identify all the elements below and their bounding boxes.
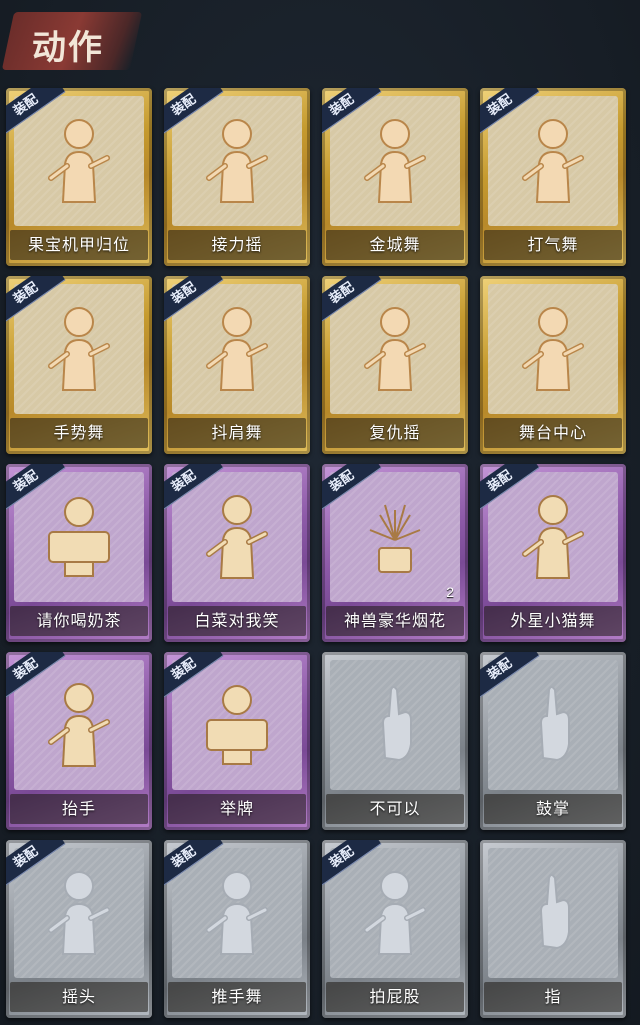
milk-tea-icon bbox=[39, 490, 119, 582]
emote-card[interactable]: 白菜对我笑 装配 bbox=[164, 464, 310, 642]
emote-card[interactable]: 复仇摇 装配 bbox=[322, 276, 468, 454]
emote-card[interactable]: 手势舞 装配 bbox=[6, 276, 152, 454]
emote-card[interactable]: 拍屁股 装配 bbox=[322, 840, 468, 1018]
emote-card[interactable]: 舞台中心 bbox=[480, 276, 626, 454]
center-stage-icon bbox=[513, 302, 593, 394]
emote-card[interactable]: 打气舞 装配 bbox=[480, 88, 626, 266]
emote-card[interactable]: 举牌 装配 bbox=[164, 652, 310, 830]
no-gesture-icon bbox=[355, 678, 435, 770]
header: 动作 bbox=[0, 0, 640, 80]
robot-pose-icon bbox=[39, 114, 119, 206]
card-label: 鼓掌 bbox=[535, 801, 570, 818]
emote-card[interactable]: 指 bbox=[480, 840, 626, 1018]
relay-dance-icon bbox=[197, 114, 277, 206]
cheer-dance-icon bbox=[513, 114, 593, 206]
card-label: 抖肩舞 bbox=[211, 425, 263, 442]
wave-dance-icon bbox=[355, 114, 435, 206]
slap-butt-icon bbox=[355, 866, 435, 958]
emote-card[interactable]: 鼓掌 装配 bbox=[480, 652, 626, 830]
emote-card[interactable]: 接力摇 装配 bbox=[164, 88, 310, 266]
card-label: 摇头 bbox=[61, 989, 96, 1006]
hold-sign-icon bbox=[197, 678, 277, 770]
item-count: 2 bbox=[446, 584, 454, 600]
cabbage-smile-icon bbox=[197, 490, 277, 582]
emote-card[interactable]: 果宝机甲归位 装配 bbox=[6, 88, 152, 266]
card-label: 接力摇 bbox=[211, 237, 263, 254]
emote-card[interactable]: 抖肩舞 装配 bbox=[164, 276, 310, 454]
card-label: 手势舞 bbox=[53, 425, 105, 442]
card-label: 请你喝奶茶 bbox=[36, 613, 122, 630]
emote-card[interactable]: 神兽豪华烟花 装配 2 bbox=[322, 464, 468, 642]
push-hands-icon bbox=[197, 866, 277, 958]
shake-head-icon bbox=[39, 866, 119, 958]
clap-icon bbox=[513, 678, 593, 770]
card-label: 神兽豪华烟花 bbox=[343, 613, 446, 630]
shoulder-shake-icon bbox=[197, 302, 277, 394]
emote-card[interactable]: 金城舞 装配 bbox=[322, 88, 468, 266]
card-label: 推手舞 bbox=[211, 989, 263, 1006]
card-label: 拍屁股 bbox=[369, 989, 421, 1006]
emote-card[interactable]: 推手舞 装配 bbox=[164, 840, 310, 1018]
revenge-dance-icon bbox=[355, 302, 435, 394]
emote-card[interactable]: 摇头 装配 bbox=[6, 840, 152, 1018]
card-label: 举牌 bbox=[219, 801, 254, 818]
emote-card[interactable]: 外星小猫舞 装配 bbox=[480, 464, 626, 642]
card-label: 指 bbox=[544, 989, 562, 1006]
card-label: 舞台中心 bbox=[518, 425, 587, 442]
point-icon bbox=[513, 866, 593, 958]
card-label: 不可以 bbox=[369, 801, 421, 818]
card-label: 打气舞 bbox=[527, 237, 579, 254]
emote-card[interactable]: 抬手 装配 bbox=[6, 652, 152, 830]
emote-card[interactable]: 请你喝奶茶 装配 bbox=[6, 464, 152, 642]
card-label: 复仇摇 bbox=[369, 425, 421, 442]
card-label: 金城舞 bbox=[369, 237, 421, 254]
fireworks-icon bbox=[355, 490, 435, 582]
gesture-dance-icon bbox=[39, 302, 119, 394]
card-label: 抬手 bbox=[61, 801, 96, 818]
emote-card[interactable]: 不可以 bbox=[322, 652, 468, 830]
page-title: 动作 bbox=[32, 28, 104, 68]
raise-hand-icon bbox=[39, 678, 119, 770]
alien-cat-dance-icon bbox=[513, 490, 593, 582]
card-label: 白菜对我笑 bbox=[194, 613, 280, 630]
card-label: 外星小猫舞 bbox=[510, 613, 596, 630]
card-label: 果宝机甲归位 bbox=[27, 237, 130, 254]
